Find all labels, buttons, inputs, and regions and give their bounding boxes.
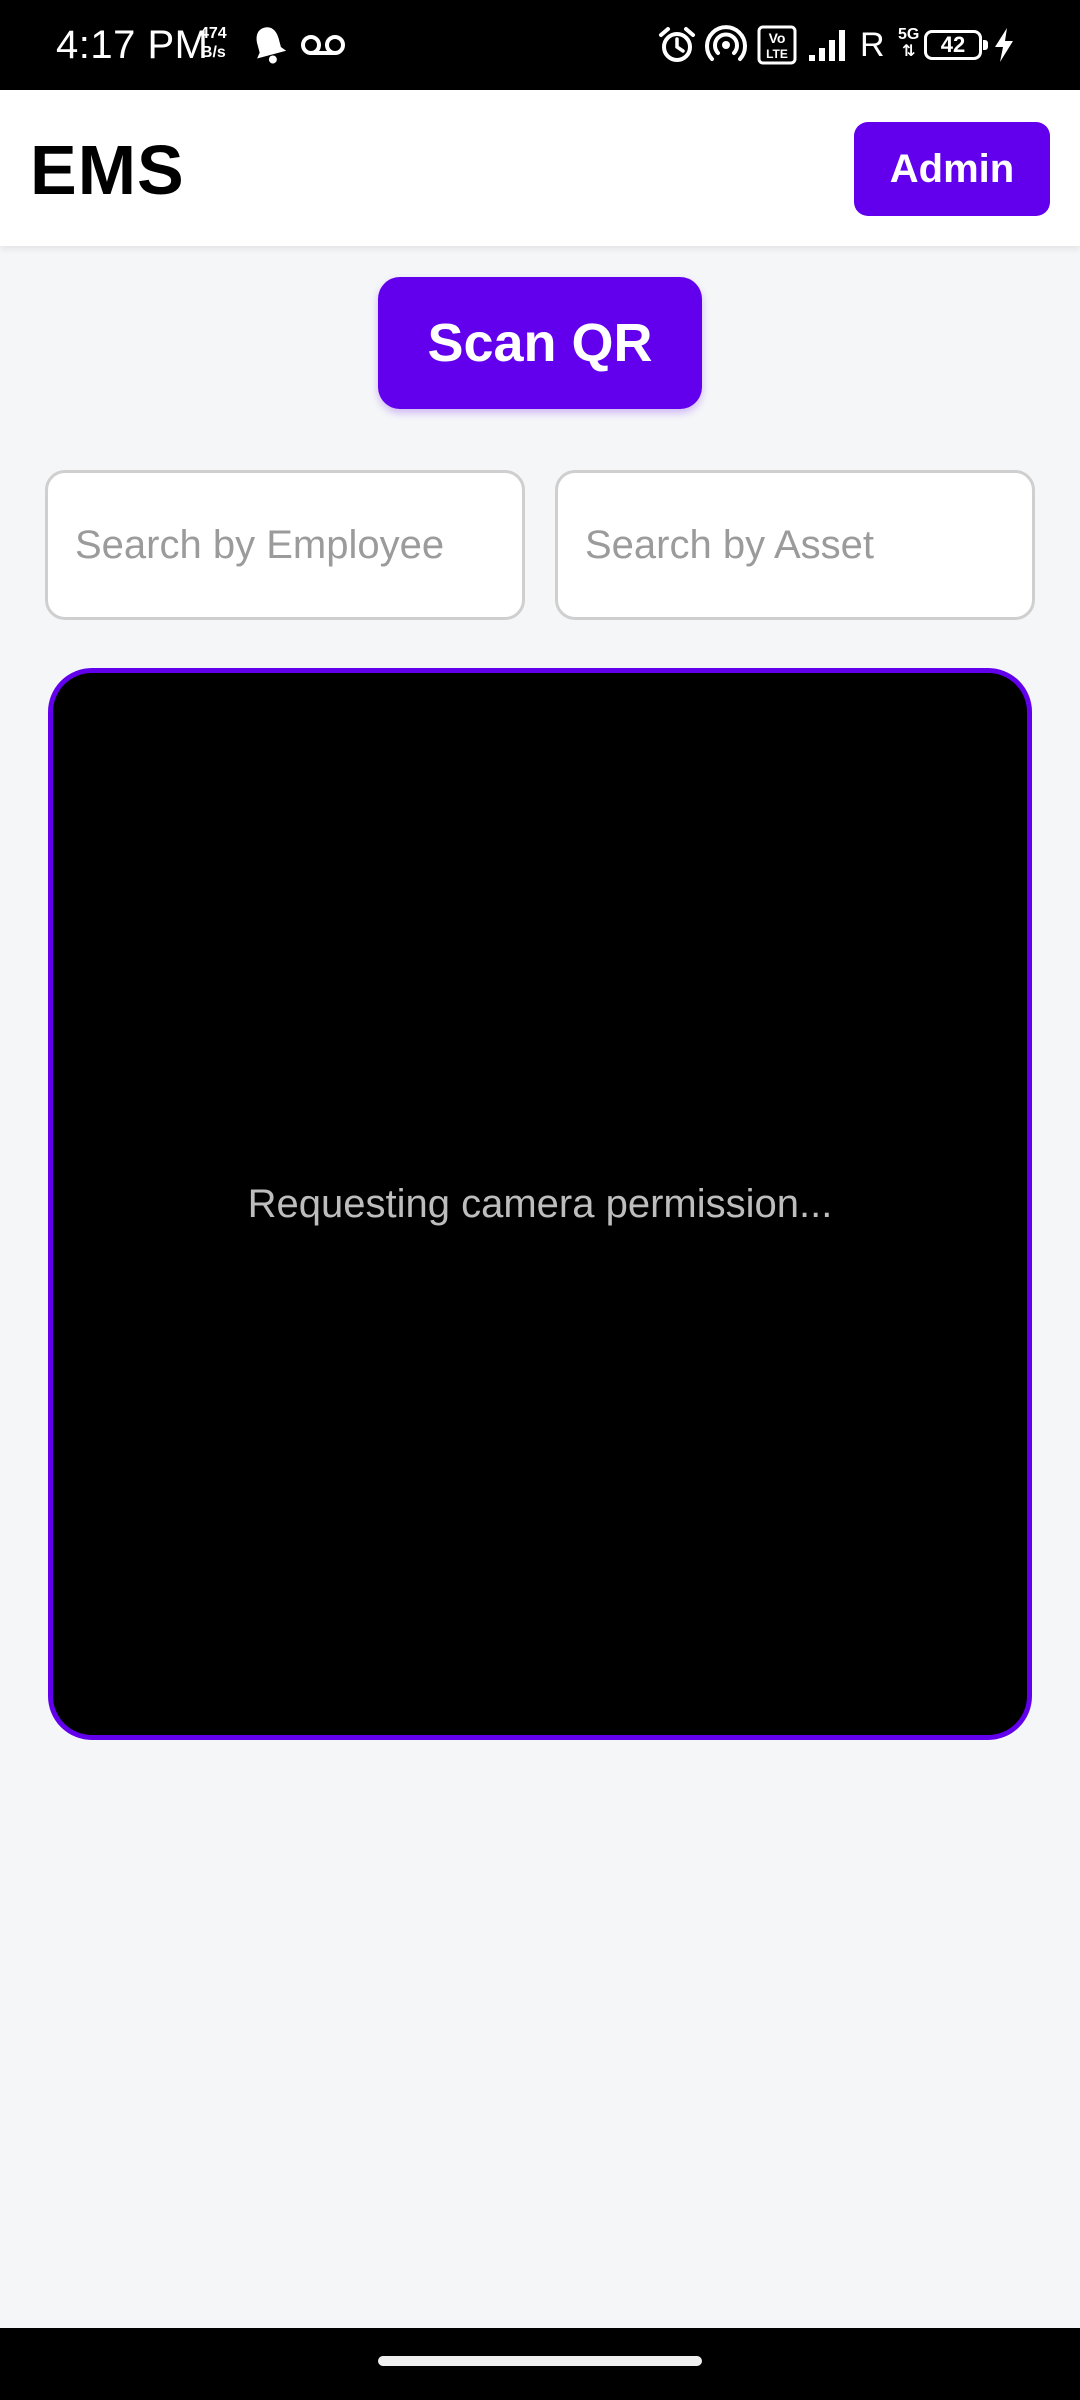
network-speed: 474 B/s xyxy=(200,24,227,62)
status-time: 4:17 PM xyxy=(56,23,209,67)
employee-search-input[interactable] xyxy=(45,470,525,620)
signal-icon xyxy=(806,22,852,68)
network-speed-value: 474 xyxy=(200,25,227,42)
data-arrows-icon: ⇅ xyxy=(901,43,916,60)
camera-status-message: Requesting camera permission... xyxy=(247,1182,833,1226)
app-header: EMS Admin xyxy=(0,90,1080,246)
roaming-indicator: R xyxy=(860,26,885,64)
camera-viewfinder: Requesting camera permission... xyxy=(48,668,1032,1740)
battery-level: 42 xyxy=(940,32,966,57)
alarm-icon xyxy=(656,22,698,68)
volte-icon: Vo LTE xyxy=(756,22,798,68)
svg-text:Vo: Vo xyxy=(769,30,786,46)
admin-button[interactable]: Admin xyxy=(854,122,1050,216)
network-type-label: 5G xyxy=(898,26,920,43)
scan-qr-button[interactable]: Scan QR xyxy=(378,277,702,409)
bell-icon xyxy=(246,22,292,68)
network-type: 5G ⇅ xyxy=(898,26,919,60)
svg-text:LTE: LTE xyxy=(766,47,788,61)
status-bar: 4:17 PM 474 B/s Vo LTE R 5G ⇅ 42 xyxy=(0,0,1080,90)
voicemail-icon xyxy=(298,22,348,68)
charging-icon xyxy=(990,22,1018,68)
battery-icon: 42 xyxy=(924,30,988,60)
app-title: EMS xyxy=(30,131,185,209)
asset-search-input[interactable] xyxy=(555,470,1035,620)
home-indicator[interactable] xyxy=(378,2356,702,2366)
network-speed-unit: B/s xyxy=(200,44,226,61)
hotspot-icon xyxy=(704,22,748,68)
